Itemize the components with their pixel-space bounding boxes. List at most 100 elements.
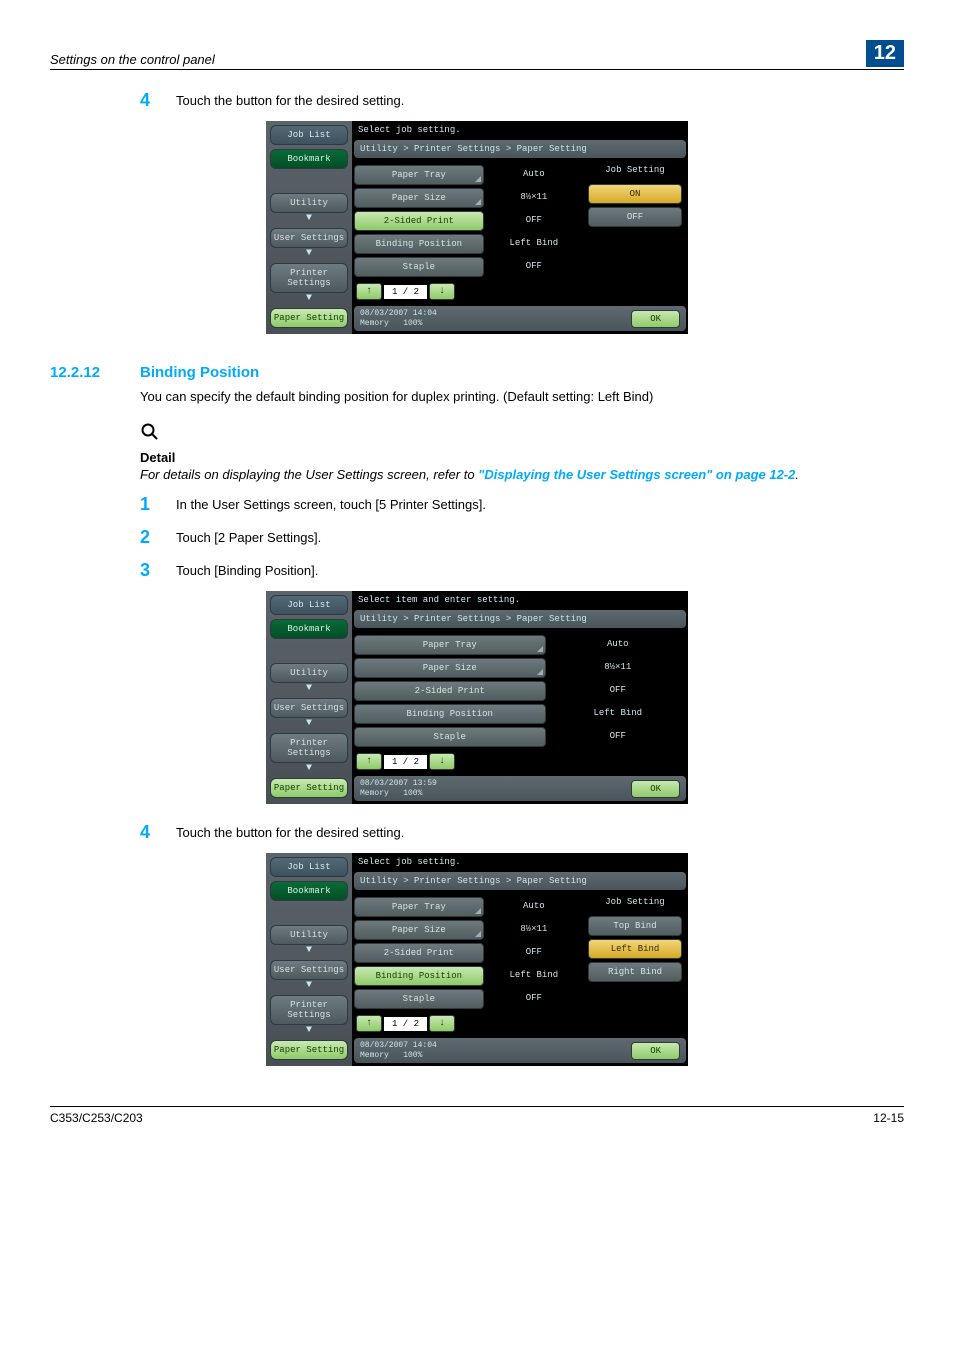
breadcrumb-item[interactable]: User Settings bbox=[270, 960, 348, 980]
detail-block: Detail For details on displaying the Use… bbox=[140, 422, 904, 482]
magnifier-icon bbox=[140, 422, 904, 448]
pager: ↑ 1 / 2 ↓ bbox=[356, 753, 684, 770]
step-text: Touch the button for the desired setting… bbox=[176, 90, 404, 111]
breadcrumb-item[interactable]: Printer Settings bbox=[270, 733, 348, 763]
screen-2sided-options: Job List Bookmark Utility▼User Settings▼… bbox=[266, 121, 688, 334]
bookmark-button[interactable]: Bookmark bbox=[270, 149, 348, 169]
header-chapter-num: 12 bbox=[866, 40, 904, 67]
option-button[interactable]: ON bbox=[588, 184, 682, 204]
breadcrumb-item[interactable]: Utility bbox=[270, 663, 348, 683]
breadcrumb-item[interactable]: Paper Setting bbox=[270, 308, 348, 328]
setting-value: Left Bind bbox=[488, 234, 580, 254]
setting-label-button[interactable]: 2-Sided Print bbox=[354, 943, 484, 963]
settings-list: Paper Tray Auto Paper Size 8½×11 2-Sided… bbox=[354, 162, 580, 304]
setting-row: Staple OFF bbox=[354, 257, 580, 277]
option-column: Job SettingONOFF bbox=[580, 162, 686, 304]
ok-button[interactable]: OK bbox=[631, 310, 680, 328]
setting-value: OFF bbox=[550, 681, 687, 701]
setting-label-button[interactable]: Paper Size bbox=[354, 188, 484, 208]
section-title: Binding Position bbox=[140, 364, 259, 381]
setting-row: 2-Sided Print OFF bbox=[354, 211, 580, 231]
job-list-button[interactable]: Job List bbox=[270, 595, 348, 615]
arrow-down-icon: ▼ bbox=[266, 763, 352, 774]
option-heading: Job Setting bbox=[584, 894, 686, 913]
side-column: Job List Bookmark Utility▼User Settings▼… bbox=[266, 121, 352, 334]
setting-label-button[interactable]: Paper Size bbox=[354, 920, 484, 940]
status-text: 08/03/2007 14:04Memory 100% bbox=[360, 309, 437, 328]
step-row: 4 Touch the button for the desired setti… bbox=[140, 822, 904, 843]
page-down-button[interactable]: ↓ bbox=[429, 1015, 455, 1032]
breadcrumb-item[interactable]: Utility bbox=[270, 193, 348, 213]
page-down-button[interactable]: ↓ bbox=[429, 753, 455, 770]
setting-value: 8½×11 bbox=[488, 188, 580, 208]
instruction-text: Select item and enter setting. bbox=[352, 591, 688, 610]
step-number: 1 bbox=[140, 494, 176, 515]
status-text: 08/03/2007 14:04Memory 100% bbox=[360, 1041, 437, 1060]
section-heading: 12.2.12 Binding Position bbox=[50, 364, 904, 381]
breadcrumb-line: Utility > Printer Settings > Paper Setti… bbox=[354, 872, 686, 890]
setting-row: Staple OFF bbox=[354, 989, 580, 1009]
breadcrumb-item[interactable]: Printer Settings bbox=[270, 263, 348, 293]
page-up-button[interactable]: ↑ bbox=[356, 1015, 382, 1032]
arrow-down-icon: ▼ bbox=[266, 213, 352, 224]
setting-label-button[interactable]: Staple bbox=[354, 727, 546, 747]
side-column: Job List Bookmark Utility▼User Settings▼… bbox=[266, 853, 352, 1066]
breadcrumb-item[interactable]: Paper Setting bbox=[270, 1040, 348, 1060]
ok-button[interactable]: OK bbox=[631, 1042, 680, 1060]
setting-label-button[interactable]: Binding Position bbox=[354, 234, 484, 254]
option-button[interactable]: Right Bind bbox=[588, 962, 682, 982]
arrow-down-icon: ▼ bbox=[266, 683, 352, 694]
instruction-text: Select job setting. bbox=[352, 121, 688, 140]
page-up-button[interactable]: ↑ bbox=[356, 283, 382, 300]
setting-value: Auto bbox=[488, 165, 580, 185]
setting-row: Paper Size 8½×11 bbox=[354, 920, 580, 940]
page-footer: C353/C253/C203 12-15 bbox=[50, 1106, 904, 1125]
status-text: 08/03/2007 13:59Memory 100% bbox=[360, 779, 437, 798]
page-down-button[interactable]: ↓ bbox=[429, 283, 455, 300]
setting-label-button[interactable]: Staple bbox=[354, 989, 484, 1009]
status-bar: 08/03/2007 13:59Memory 100% OK bbox=[354, 776, 686, 801]
ok-button[interactable]: OK bbox=[631, 780, 680, 798]
page-up-button[interactable]: ↑ bbox=[356, 753, 382, 770]
arrow-down-icon: ▼ bbox=[266, 248, 352, 259]
setting-value: OFF bbox=[488, 211, 580, 231]
step-text: Touch [Binding Position]. bbox=[176, 560, 318, 581]
setting-label-button[interactable]: 2-Sided Print bbox=[354, 211, 484, 231]
step-row: 2 Touch [2 Paper Settings]. bbox=[140, 527, 904, 548]
breadcrumb-item[interactable]: User Settings bbox=[270, 698, 348, 718]
bookmark-button[interactable]: Bookmark bbox=[270, 619, 348, 639]
setting-label-button[interactable]: Paper Tray bbox=[354, 897, 484, 917]
setting-value: OFF bbox=[550, 727, 687, 747]
option-button[interactable]: Left Bind bbox=[588, 939, 682, 959]
option-button[interactable]: OFF bbox=[588, 207, 682, 227]
setting-value: 8½×11 bbox=[550, 658, 687, 678]
breadcrumb-line: Utility > Printer Settings > Paper Setti… bbox=[354, 610, 686, 628]
job-list-button[interactable]: Job List bbox=[270, 125, 348, 145]
bookmark-button[interactable]: Bookmark bbox=[270, 881, 348, 901]
setting-label-button[interactable]: Paper Tray bbox=[354, 165, 484, 185]
setting-value: Auto bbox=[550, 635, 687, 655]
setting-row: Paper Tray Auto bbox=[354, 897, 580, 917]
setting-label-button[interactable]: Binding Position bbox=[354, 704, 546, 724]
setting-value: Left Bind bbox=[488, 966, 580, 986]
setting-row: Paper Tray Auto bbox=[354, 165, 580, 185]
option-button[interactable]: Top Bind bbox=[588, 916, 682, 936]
breadcrumb-item[interactable]: User Settings bbox=[270, 228, 348, 248]
setting-row: Binding Position Left Bind bbox=[354, 704, 686, 724]
footer-model: C353/C253/C203 bbox=[50, 1111, 143, 1125]
settings-list: Paper Tray Auto Paper Size 8½×11 2-Sided… bbox=[354, 894, 580, 1036]
main-column: Select job setting. Utility > Printer Se… bbox=[352, 121, 688, 334]
setting-label-button[interactable]: Staple bbox=[354, 257, 484, 277]
setting-label-button[interactable]: Binding Position bbox=[354, 966, 484, 986]
detail-link[interactable]: "Displaying the User Settings screen" on… bbox=[478, 467, 795, 482]
breadcrumb-item[interactable]: Utility bbox=[270, 925, 348, 945]
step-row: 3 Touch [Binding Position]. bbox=[140, 560, 904, 581]
job-list-button[interactable]: Job List bbox=[270, 857, 348, 877]
setting-label-button[interactable]: Paper Tray bbox=[354, 635, 546, 655]
setting-label-button[interactable]: Paper Size bbox=[354, 658, 546, 678]
step-number: 4 bbox=[140, 90, 176, 111]
breadcrumb-item[interactable]: Paper Setting bbox=[270, 778, 348, 798]
arrow-down-icon: ▼ bbox=[266, 718, 352, 729]
setting-label-button[interactable]: 2-Sided Print bbox=[354, 681, 546, 701]
breadcrumb-item[interactable]: Printer Settings bbox=[270, 995, 348, 1025]
